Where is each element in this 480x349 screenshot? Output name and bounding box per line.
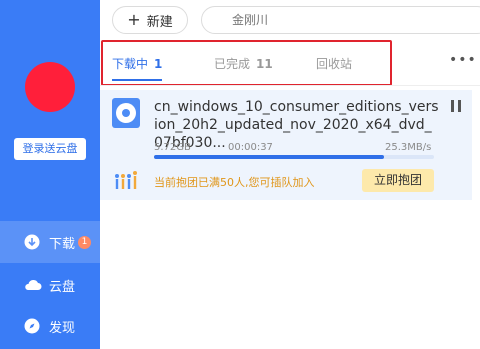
new-task-button[interactable]: + 新建 [112, 6, 188, 34]
new-task-label: 新建 [146, 14, 173, 30]
sidebar-item-label: 云盘 [49, 279, 76, 295]
tab-completed[interactable]: 已完成 11 [214, 55, 273, 72]
cloud-icon [24, 277, 42, 293]
tab-recycle-bin[interactable]: 回收站 [316, 55, 352, 72]
divider [100, 85, 480, 86]
tab-count: 1 [154, 57, 163, 71]
login-button[interactable]: 登录送云盘 [14, 138, 86, 160]
sidebar-item-label: 发现 [49, 320, 76, 336]
disc-image-icon [112, 98, 140, 128]
tab-downloading[interactable]: 下载中 1 [112, 55, 162, 72]
tab-count: 11 [256, 57, 273, 71]
sidebar-item-discover[interactable]: 发现 [0, 305, 100, 347]
active-tab-indicator [112, 79, 162, 81]
time-remaining: 00:00:37 [228, 142, 273, 153]
tab-label: 已完成 [214, 57, 251, 71]
search-input[interactable] [201, 6, 480, 34]
plus-icon: + [127, 10, 141, 29]
download-count-badge: 1 [78, 235, 92, 249]
group-buy-message: 当前抱团已满50人,您可插队加入 [154, 176, 315, 189]
sidebar-item-cloud[interactable]: 云盘 [0, 264, 100, 306]
progress-fill [154, 155, 384, 159]
sidebar-item-label: 下载 [49, 236, 76, 252]
avatar[interactable] [25, 62, 75, 112]
sidebar-item-download[interactable]: 下载 1 [0, 221, 100, 263]
tab-label: 回收站 [316, 57, 353, 71]
download-icon [24, 234, 40, 250]
download-speed: 25.3MB/s [385, 142, 432, 153]
file-size: 5.72GB [154, 142, 191, 153]
more-options-button[interactable]: ••• [449, 52, 477, 68]
sidebar: 登录送云盘 下载 1 云盘 发现 [0, 0, 100, 349]
download-progress-bar [154, 155, 434, 159]
group-people-icon [113, 170, 143, 192]
join-group-button[interactable]: 立即抱团 [362, 169, 434, 192]
tab-label: 下载中 [112, 57, 149, 71]
compass-icon [24, 318, 40, 334]
pause-button[interactable] [451, 100, 461, 112]
